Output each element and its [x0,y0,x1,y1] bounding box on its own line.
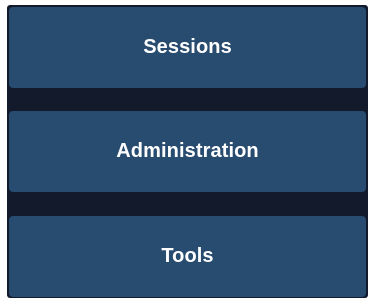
tools-button[interactable]: Tools [9,216,366,297]
main-menu: Sessions Administration Tools [7,5,368,298]
tools-button-label: Tools [161,245,214,267]
sessions-button-label: Sessions [143,36,232,58]
screen: Sessions Administration Tools [0,0,373,303]
administration-button-label: Administration [116,140,259,162]
sessions-button[interactable]: Sessions [9,7,366,88]
administration-button[interactable]: Administration [9,111,366,192]
